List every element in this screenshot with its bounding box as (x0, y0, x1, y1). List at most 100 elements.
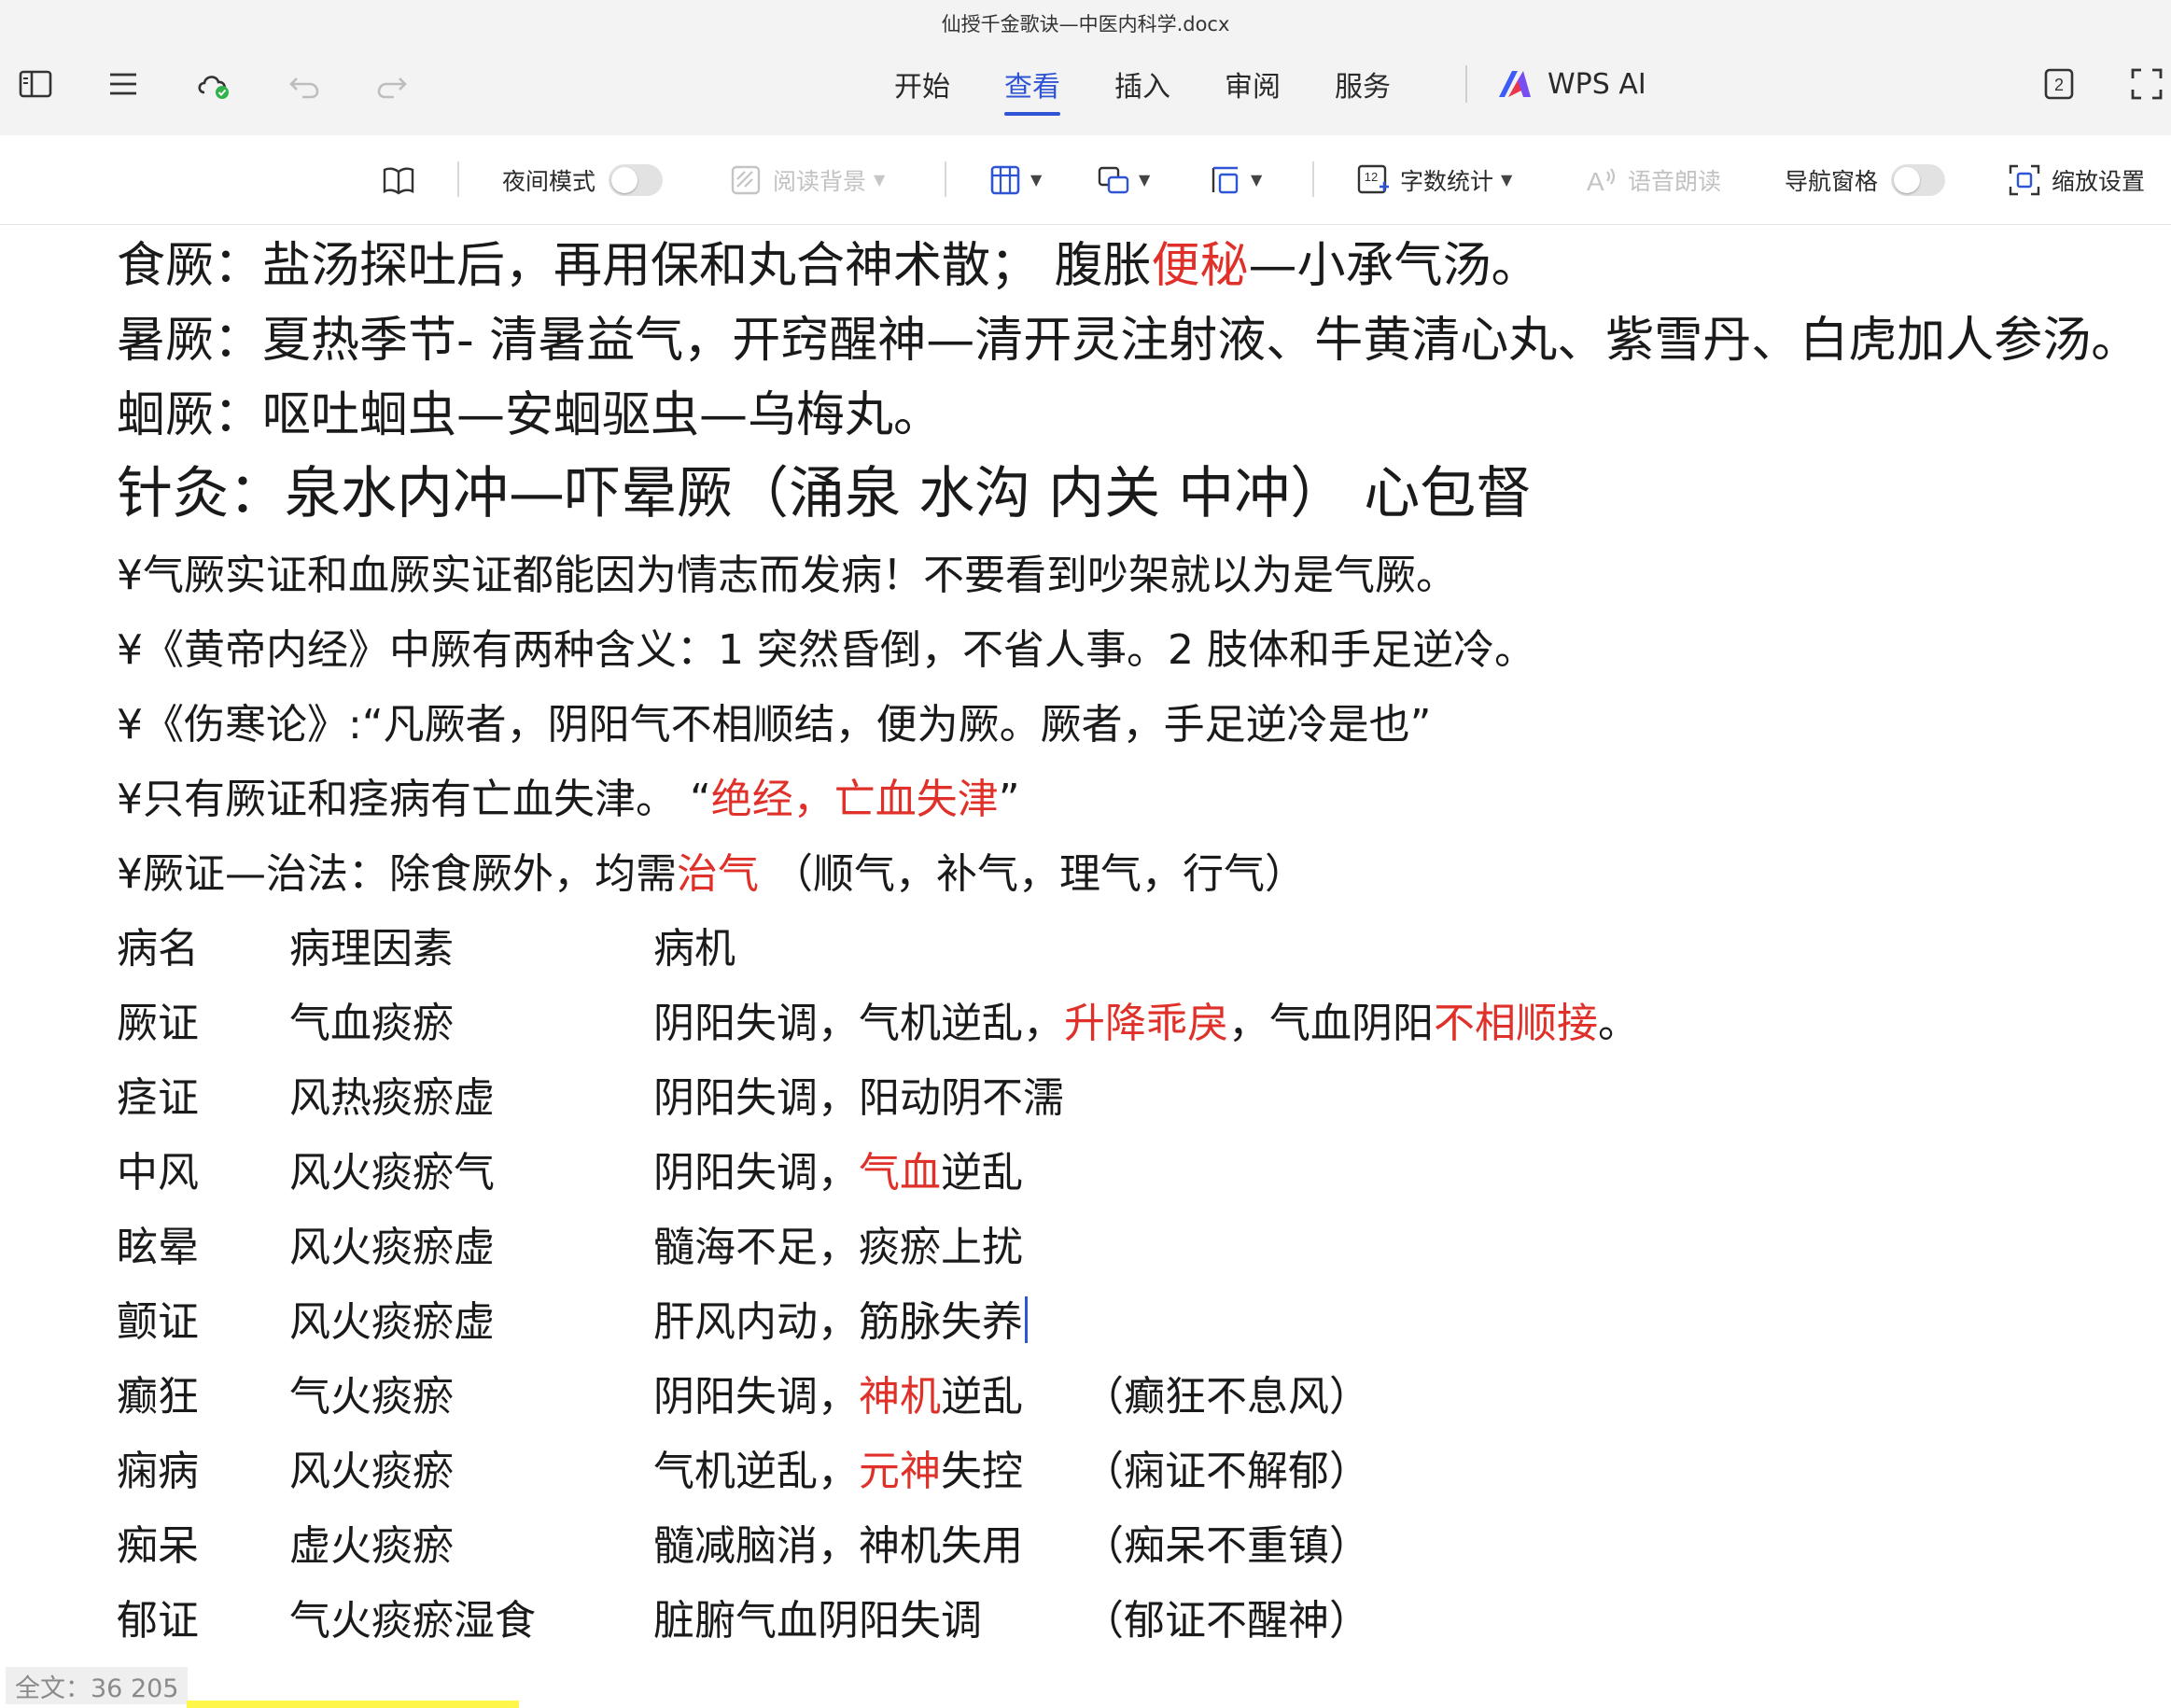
pathogenesis: 髓海不足，痰瘀上扰 (653, 1224, 1023, 1271)
ribbon-divider (457, 161, 459, 197)
pathogenic-factor: 风火痰瘀气 (289, 1149, 495, 1197)
read-background-button[interactable]: 阅读背景 ▼ (728, 135, 885, 224)
word-count-icon-label: 12 (1365, 170, 1378, 184)
ruler-dropdown[interactable]: ▼ (1208, 135, 1262, 224)
note-huangdi-neijing: ¥《黄帝内经》中厥有两种含义：1 突然昏倒，不省人事。2 肢体和手足逆冷。 (117, 626, 1535, 674)
window-arrange-icon (1098, 166, 1129, 193)
disease-name: 厥证 (117, 1000, 199, 1047)
disease-name: 眩晕 (117, 1224, 199, 1271)
chevron-down-icon: ▼ (1030, 171, 1043, 189)
ruler-icon (1212, 166, 1239, 193)
note-shanghan-lun: ¥《伤寒论》:“凡厥者，阴阳气不相顺结，便为厥。厥者，手足逆冷是也” (117, 701, 1432, 749)
treatment-note: （郁证不醒神） (1083, 1597, 1370, 1645)
pathogenic-factor: 气火痰瘀 (289, 1373, 454, 1421)
word-count-label: 字数统计 (1400, 167, 1494, 195)
pathogenic-factor: 风热痰瘀虚 (289, 1074, 495, 1122)
document-title: 仙授千金歌诀—中医内科学.docx (941, 13, 1230, 35)
night-mode-label: 夜间模式 (502, 167, 596, 195)
ribbon-divider (945, 161, 946, 197)
text-run: —小承气汤。 (1248, 238, 1540, 294)
text-run: ¥厥证—治法：除食厥外，均需 (117, 850, 677, 898)
paragraph-acupuncture: 针灸：泉水内冲—吓晕厥（涌泉 水沟 内关 中冲） 心包督 (117, 461, 1533, 526)
status-highlight-bar (187, 1701, 519, 1708)
nav-pane-toggle[interactable] (1891, 163, 1946, 196)
text-run: ¥只有厥证和痉病有亡血失津。 “ (117, 776, 711, 823)
ribbon-divider (1312, 161, 1314, 197)
note-treatment: ¥厥证—治法：除食厥外，均需治气 （顺气，补气，理气，行气） (117, 840, 1306, 900)
layout-dropdown[interactable]: ▼ (987, 135, 1042, 224)
nav-pane-control[interactable]: 导航窗格 (1785, 135, 1946, 224)
tab-review[interactable]: 审阅 (1225, 63, 1281, 105)
title-bar: 仙授千金歌诀—中医内科学.docx 开始 查看 插入 审阅 服务 WPS AI … (0, 0, 2171, 135)
text-run: ” (998, 776, 1020, 823)
pathogenic-factor: 风火痰瘀虚 (289, 1298, 495, 1346)
read-aloud-label: 语音朗读 (1628, 167, 1722, 195)
night-mode-toggle[interactable] (609, 163, 664, 196)
read-aloud-button[interactable]: A 语音朗读 (1583, 135, 1721, 224)
zoom-settings-label: 缩放设置 (2052, 167, 2146, 195)
pathogenesis: 阴阳失调，神机逆乱 (653, 1373, 1023, 1421)
document-page[interactable]: 食厥：盐汤探吐后，再用保和丸合神术散； 腹胀便秘—小承气汤。 暑厥：夏热季节- … (0, 224, 2171, 1671)
table-header-mechanism: 病机 (653, 925, 735, 973)
pathogenic-factor: 虚火痰瘀 (289, 1522, 454, 1570)
table-header-name: 病名 (117, 925, 199, 973)
tab-start[interactable]: 开始 (894, 63, 950, 105)
table-header-factor: 病理因素 (289, 925, 454, 973)
sidebar-icon[interactable] (13, 62, 58, 106)
note-blood-fluid-loss: ¥只有厥证和痉病有亡血失津。 “绝经，亡血失津” (117, 765, 1020, 825)
red-text-run: 绝经，亡血失津 (710, 776, 999, 823)
disease-name: 中风 (117, 1149, 199, 1197)
book-icon (383, 166, 414, 195)
note-qi-blood-syncope: ¥气厥实证和血厥实证都能因为情志而发病！不要看到吵架就以为是气厥。 (117, 552, 1457, 599)
chevron-down-icon: ▼ (1501, 171, 1513, 189)
disease-name: 痉证 (117, 1074, 199, 1122)
menu-divider (1465, 65, 1467, 103)
text-cursor (1025, 1296, 1028, 1343)
word-count-icon: 12 (1357, 164, 1389, 193)
pathogenesis: 阴阳失调，气血逆乱 (653, 1149, 1023, 1197)
pathogenesis: 气机逆乱，元神失控 (653, 1448, 1023, 1495)
red-text-run: 治气 (677, 850, 759, 898)
page-layout-icon (990, 165, 1020, 194)
fullscreen-icon[interactable] (2124, 62, 2169, 106)
night-mode-control[interactable]: 夜间模式 (502, 135, 664, 224)
paragraph-summer-syncope: 暑厥：夏热季节- 清暑益气，开窍醒神—清开灵注射液、牛黄清心丸、紫雪丹、白虎加人… (117, 313, 2140, 369)
cloud-sync-icon[interactable] (190, 62, 235, 106)
disease-name: 颤证 (117, 1298, 199, 1346)
pathogenesis: 阴阳失调，阳动阴不濡 (653, 1074, 1064, 1122)
zoom-settings-button[interactable]: 缩放设置 (2007, 135, 2145, 224)
pathogenesis: 髓减脑消，神机失用 (653, 1522, 1023, 1570)
menu-icon[interactable] (101, 62, 146, 106)
tab-services[interactable]: 服务 (1335, 63, 1391, 105)
paragraph-ascaris-syncope: 蛔厥：呕吐蛔虫—安蛔驱虫—乌梅丸。 (117, 387, 943, 443)
read-aloud-icon: A (1587, 167, 1616, 196)
disease-name: 郁证 (117, 1597, 199, 1645)
chevron-down-icon: ▼ (1251, 171, 1263, 189)
word-count-status[interactable]: 全文：36 205 (6, 1667, 189, 1704)
word-count-button[interactable]: 12 字数统计 ▼ (1355, 135, 1512, 224)
pathogenesis: 脏腑气血阴阳失调 (653, 1597, 982, 1645)
tab-view[interactable]: 查看 (1004, 63, 1060, 116)
paragraph-food-syncope: 食厥：盐汤探吐后，再用保和丸合神术散； 腹胀便秘—小承气汤。 (117, 226, 1540, 296)
undo-icon[interactable] (282, 62, 327, 106)
read-mode-button[interactable] (381, 135, 416, 224)
page-count-label: 2 (2054, 76, 2064, 94)
read-background-label: 阅读背景 (773, 167, 867, 195)
redo-icon[interactable] (370, 62, 414, 106)
wps-ai-button[interactable]: WPS AI (1495, 62, 1646, 106)
disease-name: 痫病 (117, 1448, 199, 1495)
pathogenic-factor: 风火痰瘀 (289, 1448, 454, 1495)
pathogenesis: 肝风内动，筋脉失养 (653, 1288, 1028, 1348)
svg-text:A: A (1587, 167, 1604, 196)
tab-insert[interactable]: 插入 (1114, 63, 1170, 105)
window-arrange-dropdown[interactable]: ▼ (1096, 135, 1150, 224)
view-ribbon: 夜间模式 阅读背景 ▼ ▼ ▼ ▼ 12 字数统计 ▼ A 语音朗读 导航窗格 … (0, 135, 2171, 225)
disease-name: 痴呆 (117, 1522, 199, 1570)
chevron-down-icon: ▼ (1139, 171, 1151, 189)
zoom-icon (2009, 164, 2040, 195)
page-count-icon[interactable]: 2 (2037, 62, 2081, 106)
disease-name: 癫狂 (117, 1373, 199, 1421)
menu-tabs: 开始 查看 插入 审阅 服务 (894, 62, 1445, 116)
text-run: （顺气，补气，理气，行气） (759, 850, 1306, 898)
treatment-note: （痫证不解郁） (1083, 1448, 1370, 1495)
